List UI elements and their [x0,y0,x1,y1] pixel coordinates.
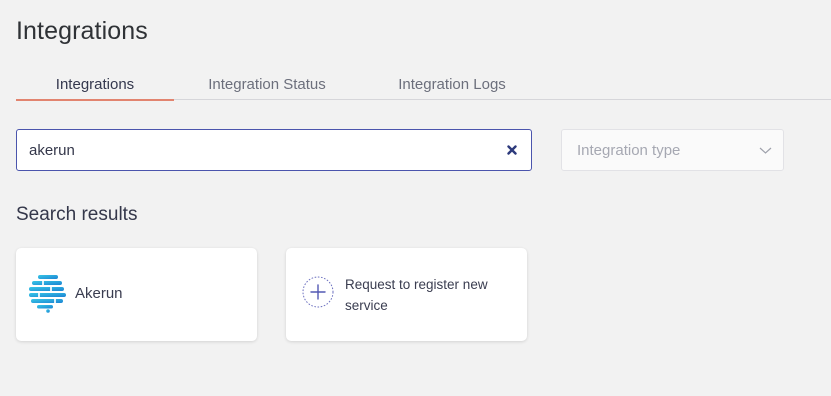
chevron-down-icon [759,147,772,154]
request-new-service-card[interactable]: Request to register new service [286,248,527,341]
tab-bar: Integrations Integration Status Integrat… [16,72,831,101]
close-icon[interactable] [505,143,519,157]
request-new-service-label: Request to register new service [345,277,488,313]
akerun-logo-icon [29,275,66,313]
tab-integrations[interactable]: Integrations [16,72,174,101]
integration-card-akerun[interactable]: Akerun [16,248,257,341]
page-title: Integrations [16,17,148,45]
tab-integration-status[interactable]: Integration Status [197,72,337,100]
plus-icon [302,276,334,308]
search-results-heading: Search results [16,204,138,225]
integration-type-select[interactable]: Integration type [561,129,784,171]
integration-name: Akerun [75,285,123,302]
search-input[interactable] [17,130,497,170]
tab-integration-logs[interactable]: Integration Logs [382,72,522,100]
integration-type-placeholder: Integration type [577,142,681,159]
search-field [16,129,532,171]
